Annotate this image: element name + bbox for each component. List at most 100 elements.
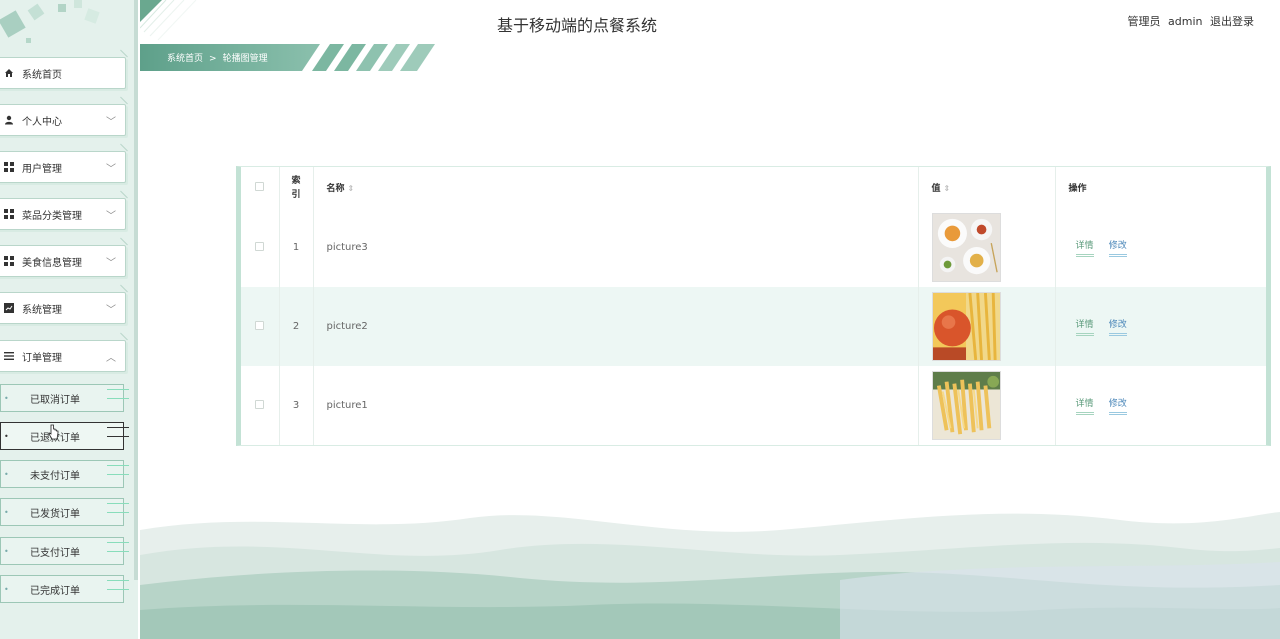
chart-icon (4, 303, 14, 313)
row-value (918, 366, 1056, 445)
row-name: picture2 (313, 287, 919, 366)
row-value (918, 287, 1056, 366)
sidebar-subitem-label: 已支付订单 (30, 547, 80, 559)
logout-link[interactable]: 退出登录 (1210, 15, 1254, 28)
detail-button[interactable]: 详情 (1075, 238, 1094, 257)
background-waves (140, 512, 1280, 639)
data-table: 索引 名称 ⇕ 值 ⇕ 操作 1 picture3 详情 修改 2 pictur… (241, 167, 1266, 445)
bullet-icon: • (4, 546, 9, 556)
table-row: 3 picture1 详情 修改 (241, 366, 1266, 445)
row-checkbox[interactable] (255, 320, 265, 330)
decoration-lines (107, 503, 129, 513)
sort-icon[interactable]: ⇕ (944, 184, 951, 193)
edit-button[interactable]: 修改 (1108, 396, 1127, 415)
sidebar-item-personal-center[interactable]: 个人中心 ﹀ (0, 104, 126, 136)
bullet-icon: • (4, 469, 9, 479)
bullet-icon: • (4, 431, 9, 441)
row-value (918, 208, 1056, 287)
row-check-cell (241, 366, 280, 445)
sidebar-subitem-completed-orders[interactable]: • 已完成订单 (0, 575, 129, 603)
chevron-up-icon: ︿ (106, 352, 116, 364)
breadcrumb-current: 轮播图管理 (222, 54, 268, 64)
detail-button[interactable]: 详情 (1075, 317, 1094, 336)
breadcrumb-home[interactable]: 系统首页 (167, 54, 203, 64)
sidebar-subitem-shipped-orders[interactable]: • 已发货订单 (0, 498, 129, 526)
breadcrumb-text: 系统首页 > 轮播图管理 (167, 51, 268, 64)
sort-icon[interactable]: ⇕ (348, 184, 355, 193)
decoration-lines (107, 389, 129, 399)
user-area: 管理员 admin 退出登录 (1124, 13, 1254, 29)
row-index: 1 (279, 208, 314, 287)
person-icon (4, 115, 14, 125)
grid-icon (4, 209, 14, 219)
sidebar-item-label: 美食信息管理 (22, 257, 82, 269)
home-icon (4, 68, 14, 78)
sidebar-subitem-unpaid-orders[interactable]: • 未支付订单 (0, 460, 129, 488)
edit-button[interactable]: 修改 (1108, 238, 1127, 257)
sidebar: 系统首页 个人中心 ﹀ 用户管理 ﹀ 菜品分类管理 ﹀ 美食信息管理 ﹀ 系统管… (0, 0, 138, 639)
actions-header-label: 操作 (1068, 184, 1087, 194)
username: admin (1168, 15, 1203, 28)
table-header-row: 索引 名称 ⇕ 值 ⇕ 操作 (241, 167, 1266, 208)
sidebar-subitem-refunded-orders[interactable]: • 已退款订单 (0, 422, 129, 450)
food-image-plates[interactable] (931, 213, 1001, 282)
value-header-label: 值 (931, 184, 941, 194)
sidebar-decoration (0, 0, 100, 43)
carousel-table: 索引 名称 ⇕ 值 ⇕ 操作 1 picture3 详情 修改 2 pictur… (236, 166, 1271, 446)
sidebar-item-label: 菜品分类管理 (22, 210, 82, 222)
sidebar-item-system-management[interactable]: 系统管理 ﹀ (0, 292, 126, 324)
sidebar-subitem-cancelled-orders[interactable]: • 已取消订单 (0, 384, 129, 412)
sidebar-item-label: 个人中心 (22, 116, 62, 128)
sidebar-item-order-management[interactable]: 订单管理 ︿ (0, 340, 126, 372)
bullet-icon: • (4, 393, 9, 403)
food-image-fries-tomato[interactable] (931, 292, 1001, 361)
column-header-name[interactable]: 名称 ⇕ (313, 167, 919, 208)
select-all-checkbox[interactable] (255, 181, 265, 191)
column-header-value[interactable]: 值 ⇕ (918, 167, 1056, 208)
row-check-cell (241, 287, 280, 366)
top-header: 基于移动端的点餐系统 管理员 admin 退出登录 (140, 0, 1280, 45)
row-index: 2 (279, 287, 314, 366)
sidebar-item-food-info[interactable]: 美食信息管理 ﹀ (0, 245, 126, 277)
decoration-lines (107, 580, 129, 590)
row-name: picture3 (313, 208, 919, 287)
chevron-down-icon: ﹀ (106, 163, 116, 175)
table-row: 2 picture2 详情 修改 (241, 287, 1266, 366)
sidebar-item-label: 系统管理 (22, 304, 62, 316)
decoration-lines (107, 427, 129, 437)
breadcrumb: 系统首页 > 轮播图管理 (140, 44, 440, 71)
chevron-down-icon: ﹀ (106, 210, 116, 222)
bullet-icon: • (4, 584, 9, 594)
sidebar-subitem-paid-orders[interactable]: • 已支付订单 (0, 537, 129, 565)
food-image-fries[interactable] (931, 371, 1001, 440)
chevron-down-icon: ﹀ (106, 304, 116, 316)
sidebar-scrollbar[interactable] (134, 0, 138, 580)
mouse-cursor-icon (48, 424, 59, 440)
page-title: 基于移动端的点餐系统 (496, 16, 657, 35)
bullet-icon: • (4, 507, 9, 517)
row-check-cell (241, 208, 280, 287)
sidebar-subitem-label: 已完成订单 (30, 585, 80, 597)
row-name: picture1 (313, 366, 919, 445)
sidebar-item-dish-category[interactable]: 菜品分类管理 ﹀ (0, 198, 126, 230)
table-row: 1 picture3 详情 修改 (241, 208, 1266, 287)
sidebar-item-home[interactable]: 系统首页 (0, 57, 126, 89)
sidebar-subitem-label: 已取消订单 (30, 394, 80, 406)
grid-icon (4, 256, 14, 266)
breadcrumb-separator: > (209, 54, 217, 64)
row-actions: 详情 修改 (1055, 287, 1266, 366)
edit-button[interactable]: 修改 (1108, 317, 1127, 336)
user-role: 管理员 (1127, 15, 1161, 28)
decoration-lines (107, 465, 129, 475)
row-checkbox[interactable] (255, 399, 265, 409)
row-checkbox[interactable] (255, 241, 265, 251)
column-header-actions: 操作 (1055, 167, 1266, 208)
column-header-index: 索引 (279, 167, 314, 208)
list-icon (4, 351, 14, 361)
sidebar-item-label: 订单管理 (22, 352, 62, 364)
row-actions: 详情 修改 (1055, 208, 1266, 287)
detail-button[interactable]: 详情 (1075, 396, 1094, 415)
sidebar-item-user-management[interactable]: 用户管理 ﹀ (0, 151, 126, 183)
chevron-down-icon: ﹀ (106, 116, 116, 128)
select-all-cell (241, 167, 280, 208)
